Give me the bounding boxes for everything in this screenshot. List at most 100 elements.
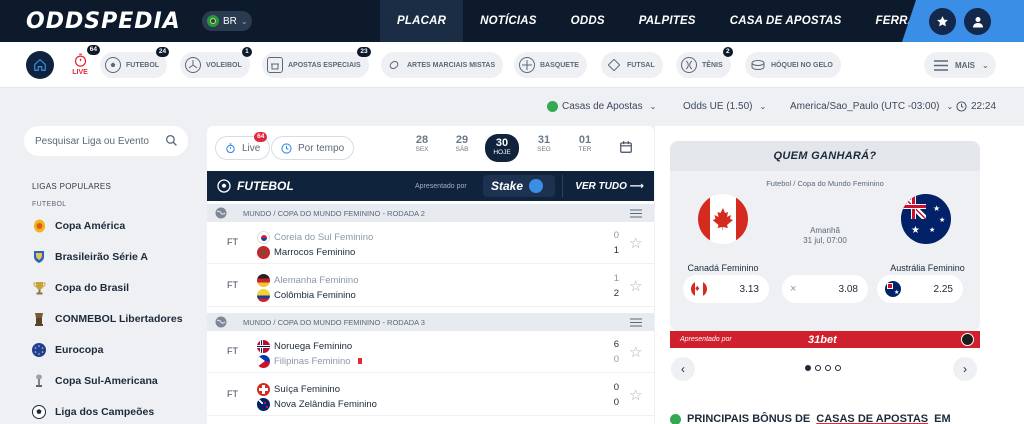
chip-voleibol[interactable]: VOLEIBOL 1	[180, 47, 252, 78]
timezone-selector[interactable]: America/Sao_Paulo (UTC -03:00) ⌄	[790, 97, 953, 115]
sidebar-league-copa-do-brasil[interactable]: Copa do Brasil	[32, 278, 129, 298]
team-name: Noruega Feminino	[274, 340, 353, 352]
odd-value: 2.25	[933, 283, 953, 295]
team-name: Filipinas Feminino	[274, 355, 351, 367]
31bet-sponsor-bar[interactable]: Apresentado por 31bet	[670, 331, 980, 348]
search-icon[interactable]	[165, 134, 178, 150]
nav-odds[interactable]: ODDS	[554, 0, 622, 42]
away-team-name: Austrália Feminino	[890, 263, 965, 273]
league-header[interactable]: MUNDO / COPA DO MUNDO FEMININO - RODADA …	[207, 204, 654, 222]
favorite-star-icon[interactable]: ☆	[629, 386, 642, 404]
live-toggle-label: Live	[242, 142, 261, 154]
bonus-title-link[interactable]: CASAS DE APOSTAS	[816, 413, 928, 424]
match-row[interactable]: FT Suíça Feminino Nova Zelândia Feminino…	[207, 374, 654, 416]
chip-hoquei-no-gelo[interactable]: HÓQUEI NO GELO	[745, 52, 841, 78]
germany-flag-icon	[257, 273, 270, 287]
day-29[interactable]: 29 SÁB	[445, 134, 479, 153]
day-weekday: SEX	[415, 146, 429, 153]
favorites-button[interactable]	[929, 8, 956, 35]
match-row[interactable]: FT Alemanha Feminino Colômbia Feminino 1…	[207, 265, 654, 307]
sul-americana-trophy-icon	[32, 374, 46, 388]
day-31[interactable]: 31 SEG	[527, 134, 561, 153]
day-number: 30	[495, 137, 509, 149]
stake-sponsor-logo[interactable]: Stake	[483, 175, 555, 197]
nav-placar[interactable]: PLACAR	[380, 0, 464, 42]
odd-draw-button[interactable]: × 3.08	[782, 275, 868, 303]
presented-by-label: Apresentado por	[680, 336, 732, 343]
main-nav: PLACAR NOTÍCIAS ODDS PALPITES CASA DE AP…	[380, 0, 982, 42]
nav-casa-de-apostas[interactable]: CASA DE APOSTAS	[713, 0, 859, 42]
who-wins-title: QUEM GANHARÁ?	[670, 141, 980, 171]
carousel-dot-active[interactable]	[805, 365, 811, 371]
sidebar-league-eurocopa[interactable]: Eurocopa	[32, 340, 103, 360]
home-icon	[34, 58, 46, 71]
sidebar-league-sul-americana[interactable]: Copa Sul-Americana	[32, 371, 158, 391]
user-account-button[interactable]	[964, 8, 991, 35]
day-28[interactable]: 28 SEX	[405, 134, 439, 153]
match-row[interactable]: FT Noruega Feminino Filipinas Feminino 6…	[207, 331, 654, 373]
clock-icon	[281, 142, 292, 154]
chevron-down-icon: ⌄	[759, 101, 767, 111]
day-today[interactable]: 30 HOJE	[485, 134, 519, 162]
top-navbar: ODDSPEDIA BR ⌄ PLACAR NOTÍCIAS ODDS PALP…	[0, 0, 1024, 42]
odds-format-selector[interactable]: Odds UE (1.50) ⌄	[683, 97, 766, 115]
chip-label: TÊNIS	[702, 61, 723, 69]
match-status: FT	[227, 389, 238, 399]
away-score: 0	[613, 397, 619, 408]
home-team: Suíça Feminino	[257, 382, 340, 396]
league-header[interactable]: MUNDO / COPA DO MUNDO FEMININO - RODADA …	[207, 313, 654, 331]
odd-away-button[interactable]: ★ 2.25	[877, 275, 963, 303]
by-time-toggle[interactable]: Por tempo	[271, 136, 355, 160]
carousel-prev-button[interactable]: ‹	[671, 357, 695, 381]
switzerland-flag-icon	[257, 382, 270, 396]
more-sports-button[interactable]: MAIS ⌄	[924, 52, 996, 78]
carousel-dot[interactable]	[835, 365, 841, 371]
chip-futsal[interactable]: FUTSAL	[601, 52, 663, 78]
carousel-dot[interactable]	[825, 365, 831, 371]
popular-leagues-heading: LIGAS POPULARES	[32, 182, 112, 191]
oddspedia-logo[interactable]: ODDSPEDIA	[26, 9, 181, 34]
divider	[562, 175, 563, 197]
chip-count-badge: 2	[723, 47, 733, 57]
match-row[interactable]: FT Coreia do Sul Feminino ★ Marrocos Fem…	[207, 222, 654, 264]
day-01[interactable]: 01 TER	[568, 134, 602, 153]
australia-flag-icon[interactable]: ★ ★ ★ ★	[901, 194, 951, 244]
carousel-dot[interactable]	[815, 365, 821, 371]
calendar-icon[interactable]	[619, 140, 633, 157]
league-search-input[interactable]: Pesquisar Liga ou Evento	[24, 126, 188, 156]
bookmakers-selector[interactable]: Casas de Apostas ⌄	[547, 97, 656, 115]
favorite-star-icon[interactable]: ☆	[629, 234, 642, 252]
sidebar-league-champions[interactable]: Liga dos Campeões	[32, 402, 154, 422]
chip-futebol[interactable]: FUTEBOL 24	[100, 47, 170, 78]
day-weekday: TER	[578, 146, 592, 153]
favorite-star-icon[interactable]: ☆	[629, 277, 642, 295]
sidebar-league-libertadores[interactable]: CONMEBOL Libertadores	[32, 309, 183, 329]
trophy-icon	[32, 281, 46, 295]
sidebar-league-brasileirao[interactable]: Brasileirão Série A	[32, 247, 148, 267]
sidebar-league-copa-america[interactable]: Copa América	[32, 216, 125, 236]
standings-icon[interactable]	[630, 318, 642, 329]
canada-flag-icon[interactable]	[698, 194, 748, 244]
chip-tenis[interactable]: TÊNIS 2	[676, 47, 733, 78]
standings-icon[interactable]	[630, 209, 642, 220]
brazil-flag-icon	[207, 15, 219, 27]
chip-apostas-especiais[interactable]: APOSTAS ESPECIAIS 23	[262, 47, 371, 78]
team-name: Nova Zelândia Feminino	[274, 398, 377, 410]
team-name: Coreia do Sul Feminino	[274, 231, 374, 243]
nav-palpites[interactable]: PALPITES	[622, 0, 713, 42]
chip-count-badge: 23	[357, 47, 371, 57]
country-selector[interactable]: BR ⌄	[202, 11, 252, 31]
live-filter[interactable]: 64 LIVE	[66, 45, 100, 76]
favorite-star-icon[interactable]: ☆	[629, 343, 642, 361]
home-button[interactable]	[26, 51, 54, 79]
live-toggle[interactable]: Live 64	[215, 132, 271, 160]
chevron-down-icon: ⌄	[982, 60, 989, 70]
nav-noticias[interactable]: NOTÍCIAS	[463, 0, 554, 42]
carousel-next-button[interactable]: ›	[953, 357, 977, 381]
see-all-link[interactable]: VER TUDO ⟶	[575, 181, 644, 192]
match-status: FT	[227, 346, 238, 356]
chip-basquete[interactable]: BASQUETE	[514, 52, 587, 78]
chip-artes-marciais-mistas[interactable]: ARTES MARCIAIS MISTAS	[381, 52, 504, 78]
odd-home-button[interactable]: ♦ 3.13	[683, 275, 769, 303]
league-name: CONMEBOL Libertadores	[55, 313, 183, 325]
